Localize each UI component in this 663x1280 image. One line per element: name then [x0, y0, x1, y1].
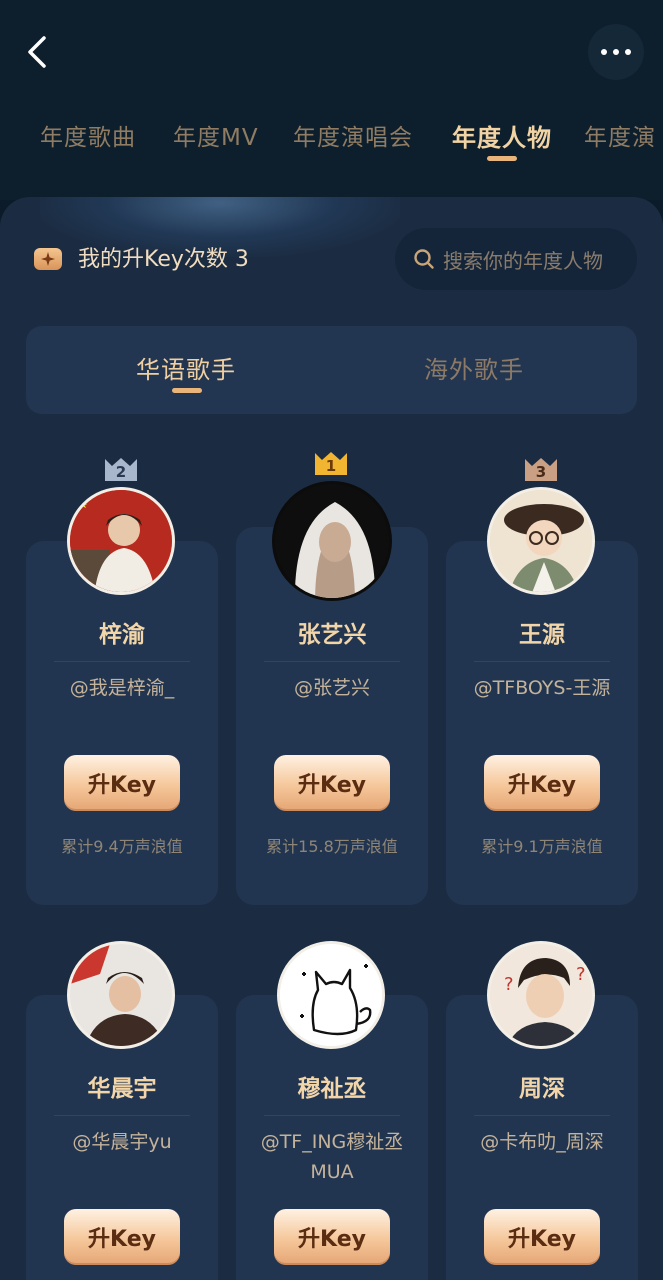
card-divider — [474, 1115, 610, 1116]
singer-handle[interactable]: @TF_ING穆祉丞MUA — [236, 1127, 428, 1187]
avatar[interactable]: ? ? — [487, 941, 595, 1049]
rank-number: 2 — [116, 463, 126, 481]
crown-icon: 2 — [105, 458, 137, 481]
crown-icon: 3 — [525, 458, 557, 481]
card-divider — [264, 1115, 400, 1116]
tab-annual-person[interactable]: 年度人物 — [452, 118, 552, 153]
card-divider — [264, 661, 400, 662]
segment-overseas-singers[interactable]: 海外歌手 — [424, 350, 524, 385]
singer-handle[interactable]: @TFBOYS-王源 — [446, 673, 638, 703]
tab-annual-mv[interactable]: 年度MV — [173, 118, 259, 152]
voice-value-stat: 累计9.4万声浪值 — [61, 837, 183, 856]
voice-value-stat: 累计15.8万声浪值 — [266, 837, 398, 856]
upgrade-key-button[interactable]: 升Key — [64, 1209, 180, 1265]
key-count-label: 我的升Key次数 3 — [78, 247, 249, 272]
singer-name: 梓渝 — [99, 622, 145, 648]
key-ticket-icon — [34, 248, 62, 270]
avatar[interactable] — [67, 487, 175, 595]
avatar[interactable] — [272, 481, 392, 601]
search-placeholder: 搜索你的年度人物 — [443, 248, 603, 273]
singer-handle[interactable]: @卡布叻_周深 — [446, 1127, 638, 1157]
tab-annual-concert[interactable]: 年度演唱会 — [293, 118, 413, 152]
card-divider — [54, 1115, 190, 1116]
singer-handle[interactable]: @张艺兴 — [236, 673, 428, 703]
tab-annual-song[interactable]: 年度歌曲 — [40, 118, 136, 152]
upgrade-key-button[interactable]: 升Key — [484, 1209, 600, 1265]
svg-text:?: ? — [504, 974, 514, 995]
active-segment-indicator — [172, 388, 202, 393]
avatar[interactable] — [277, 941, 385, 1049]
more-icon[interactable] — [588, 24, 644, 80]
singer-name: 王源 — [519, 622, 565, 648]
avatar[interactable] — [67, 941, 175, 1049]
main-panel: 我的升Key次数 3 搜索你的年度人物 华语歌手 海外歌手 2 梓渝 @我是梓渝… — [0, 197, 663, 1280]
voice-value-stat: 累计9.1万声浪值 — [481, 837, 603, 856]
singer-name: 张艺兴 — [297, 622, 367, 648]
singer-name: 穆祉丞 — [297, 1076, 367, 1102]
singer-name: 华晨宇 — [87, 1076, 157, 1102]
upgrade-key-button[interactable]: 升Key — [274, 1209, 390, 1265]
segment-chinese-singers[interactable]: 华语歌手 — [136, 350, 236, 385]
avatar[interactable] — [487, 487, 595, 595]
singer-name: 周深 — [519, 1076, 565, 1102]
active-tab-indicator — [487, 156, 517, 161]
card-divider — [54, 661, 190, 662]
search-input[interactable]: 搜索你的年度人物 — [395, 228, 637, 290]
singer-handle[interactable]: @华晨宇yu — [26, 1127, 218, 1157]
tab-annual-more[interactable]: 年度演 — [584, 118, 656, 152]
upgrade-key-button[interactable]: 升Key — [64, 755, 180, 811]
upgrade-key-button[interactable]: 升Key — [484, 755, 600, 811]
singer-handle[interactable]: @我是梓渝_ — [26, 673, 218, 703]
search-icon — [414, 249, 434, 269]
crown-icon: 1 — [315, 452, 347, 475]
rank-number: 3 — [536, 463, 546, 481]
category-tabs: 年度歌曲 年度MV 年度演唱会 年度人物 年度演 — [0, 112, 663, 172]
rank-number: 1 — [326, 457, 336, 475]
svg-text:?: ? — [576, 964, 586, 985]
card-divider — [474, 661, 610, 662]
top-bar: 年度歌曲 年度MV 年度演唱会 年度人物 年度演 — [0, 0, 663, 200]
upgrade-key-button[interactable]: 升Key — [274, 755, 390, 811]
region-switch: 华语歌手 海外歌手 — [26, 326, 637, 414]
back-icon[interactable] — [22, 34, 58, 70]
